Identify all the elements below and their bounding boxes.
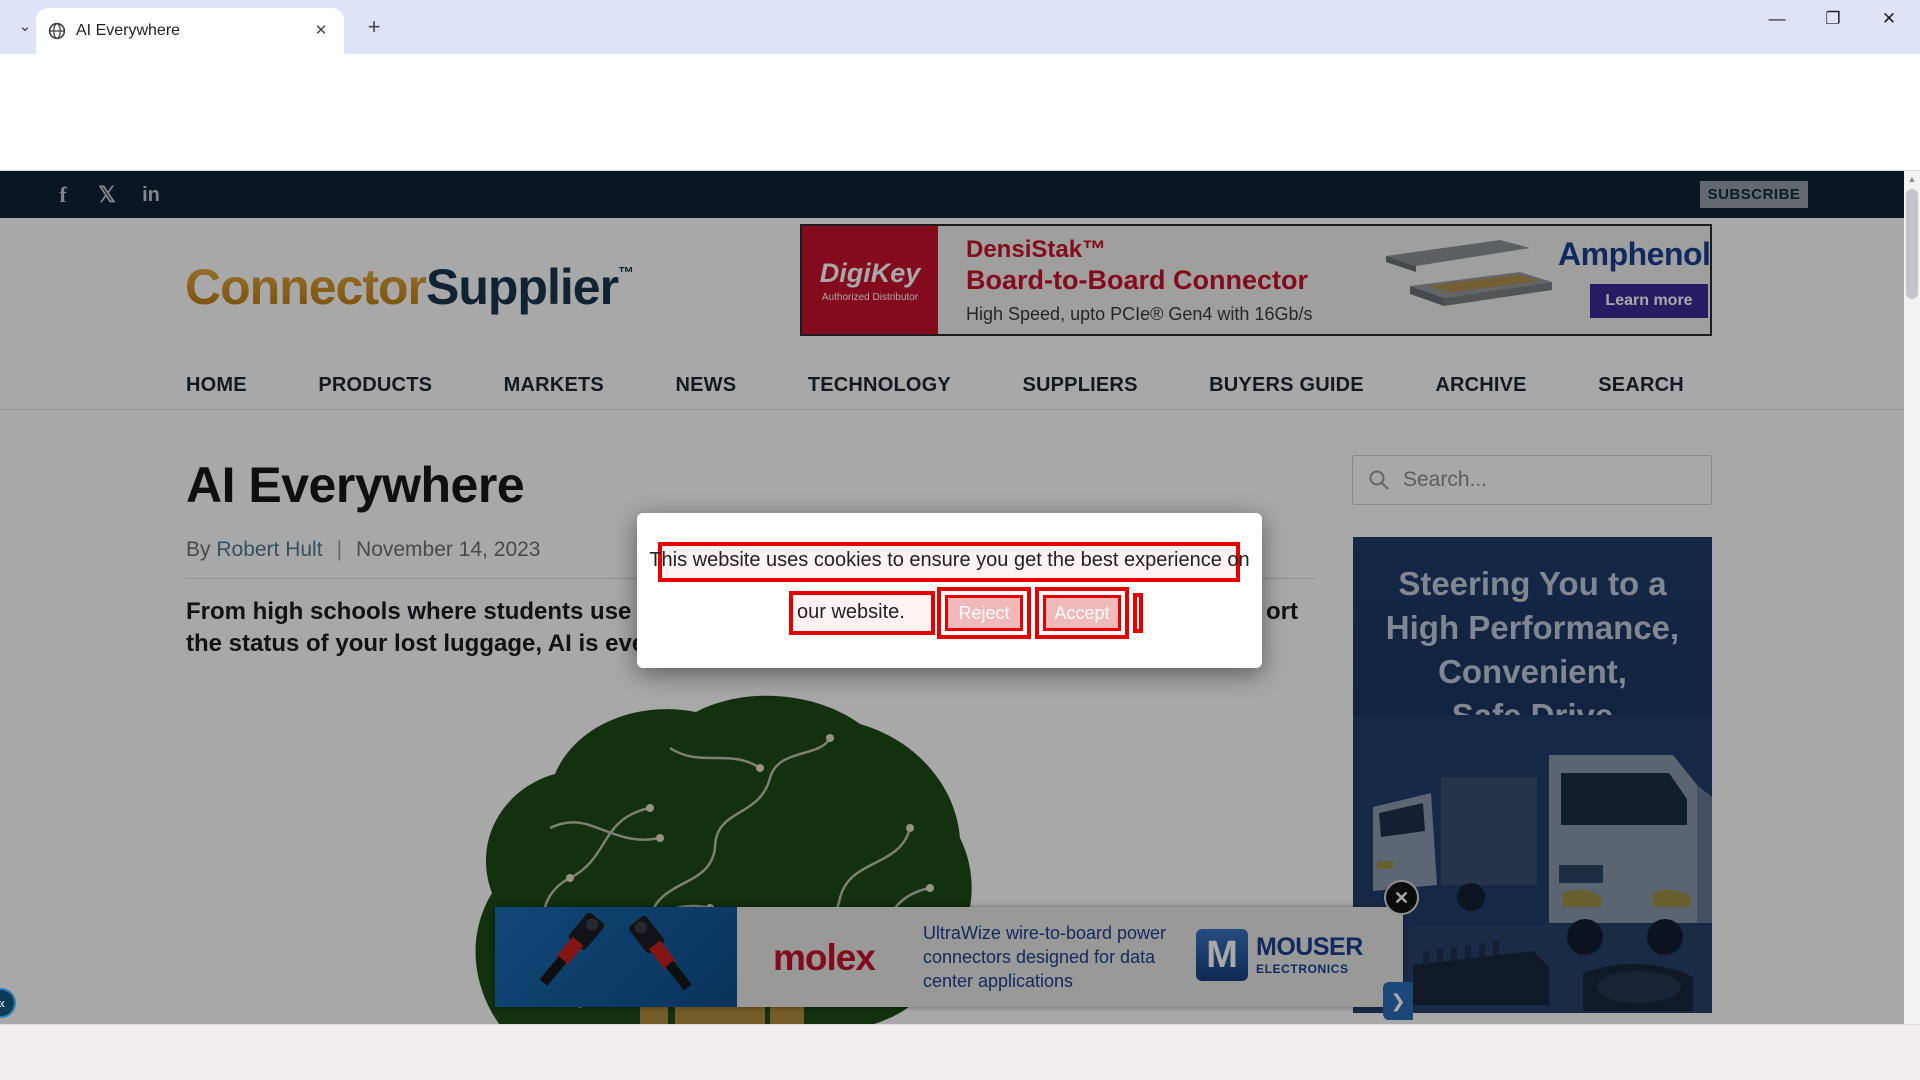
annotation-box-reject: Reject: [937, 587, 1031, 639]
tab-strip: ⌄ AI Everywhere ✕ + — ❐ ✕: [0, 0, 1920, 54]
scrollbar-thumb[interactable]: [1906, 189, 1918, 299]
tab-title: AI Everywhere: [76, 22, 310, 40]
cookie-message-line1: This website uses cookies to ensure you …: [637, 549, 1262, 572]
browser-toolbar: ← → ⟳ connectorsupplier.com/ai-everywher…: [0, 54, 1920, 105]
reject-button[interactable]: Reject: [945, 595, 1023, 631]
window-close-button[interactable]: ✕: [1866, 0, 1912, 38]
window-minimize-button[interactable]: —: [1754, 0, 1800, 38]
tab-close-icon[interactable]: ✕: [310, 20, 332, 42]
annotation-box-accept: Accept: [1035, 587, 1129, 639]
window-restore-button[interactable]: ❐: [1810, 0, 1856, 38]
cookie-message-line2: our website.: [797, 601, 905, 624]
tab-search-chevron-icon[interactable]: ⌄: [12, 14, 38, 40]
browser-tab[interactable]: AI Everywhere ✕: [36, 8, 344, 54]
cookie-consent-dialog: This website uses cookies to ensure you …: [637, 513, 1262, 668]
windows-taskbar: Search: [0, 1024, 1920, 1080]
scrollbar-up-arrow[interactable]: ▲: [1904, 171, 1920, 187]
new-tab-button[interactable]: +: [360, 14, 388, 42]
accept-button[interactable]: Accept: [1043, 595, 1121, 631]
globe-icon: [48, 22, 66, 40]
page-viewport: f 𝕏 in SUBSCRIBE ConnectorSupplier™ Digi…: [0, 171, 1904, 1024]
automation-infobar: Chrome is being controlled by automated …: [0, 105, 1920, 171]
annotation-mark: [1133, 593, 1143, 633]
page-scrollbar[interactable]: ▲: [1904, 171, 1920, 1024]
